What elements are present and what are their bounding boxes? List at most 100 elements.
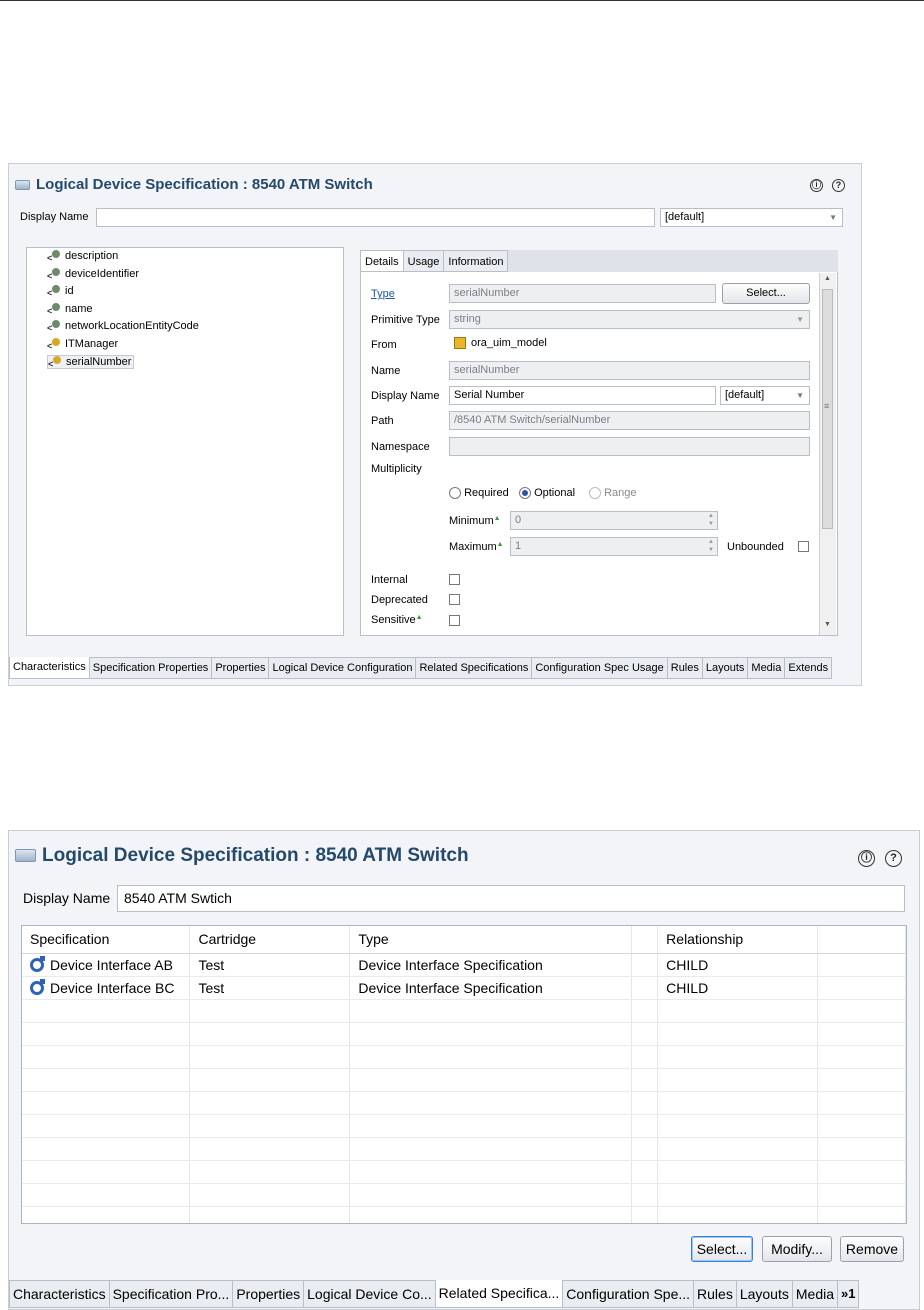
table-row[interactable]: Device Interface BC Test Device Interface … (22, 976, 906, 1000)
deprecated-checkbox[interactable] (449, 594, 460, 605)
cell-cartridge (189, 1045, 351, 1069)
help-icon[interactable]: ? (885, 850, 902, 867)
related-specs-table[interactable]: Specification Cartridge Type Relationship D… (21, 925, 907, 1224)
top-display-name-input[interactable] (96, 208, 655, 227)
scroll-down-icon[interactable]: ▼ (824, 621, 831, 628)
attribute-icon: < (47, 302, 61, 316)
column-header-blank[interactable] (817, 926, 906, 954)
scroll-up-icon[interactable]: ▲ (824, 275, 831, 282)
cell-text: Test (198, 956, 225, 973)
cell-type (349, 1068, 633, 1092)
table-row[interactable]: Device Interface AB Test Device Interface … (22, 953, 906, 977)
attribute-icon: < (47, 285, 61, 298)
tab-specification-properties[interactable]: Specification Properties (89, 657, 213, 679)
tab-information[interactable]: Information (444, 250, 509, 272)
cell-blank (817, 999, 906, 1023)
detail-display-name-input[interactable]: Serial Number (449, 386, 716, 405)
tab-logical-device-configuration[interactable]: Logical Device Configuration (269, 657, 417, 679)
related-remove-button[interactable]: Remove (840, 1236, 904, 1262)
tree-item-id[interactable]: < id (47, 285, 74, 298)
cell-type (349, 1183, 633, 1207)
bottom-display-name-label: Display Name (23, 890, 111, 906)
tab-configuration-spe[interactable]: Configuration Spe... (563, 1280, 695, 1308)
cell-type (349, 1091, 633, 1115)
tab-specification-pro[interactable]: Specification Pro... (109, 1280, 234, 1308)
cell-text: Device Interface Specification (358, 956, 543, 973)
bottom-editor-title: Logical Device Specification : 8540 ATM … (15, 845, 469, 867)
radio-range[interactable]: Range (589, 487, 636, 500)
tab-details[interactable]: Details (360, 250, 404, 272)
tab-properties[interactable]: Properties (212, 657, 270, 679)
column-header-cartridge[interactable]: Cartridge (189, 926, 351, 954)
info-icon[interactable]: ⓘ (810, 179, 823, 192)
tab-rules[interactable]: Rules (667, 657, 703, 679)
cell-specification: Device Interface AB (22, 953, 191, 977)
bottom-display-name-input[interactable]: 8540 ATM Swtich (117, 885, 905, 912)
tree-item-networklocationentitycode[interactable]: < networkLocationEntityCode (47, 320, 199, 333)
tab-media[interactable]: Media (792, 1280, 839, 1308)
tab-characteristics[interactable]: Characteristics (9, 657, 90, 679)
attribute-tree[interactable]: < description < deviceIdentifier < id < name < ne… (26, 247, 344, 636)
cell-blank (817, 1183, 906, 1207)
primitive-type-value: string (454, 313, 481, 325)
tree-item-deviceidentifier[interactable]: < deviceIdentifier (47, 268, 139, 281)
table-row (22, 1183, 906, 1207)
radio-optional[interactable]: Optional (519, 487, 575, 500)
tab-rules[interactable]: Rules (694, 1280, 737, 1308)
cell-cartridge (189, 999, 351, 1023)
radio-required[interactable]: Required (449, 487, 509, 500)
info-icon[interactable]: ⓘ (858, 850, 875, 867)
chevron-down-icon: ▼ (796, 391, 804, 400)
cell-specification (22, 999, 191, 1023)
tree-item-itmanager[interactable]: < ITManager (47, 338, 118, 351)
related-select-button[interactable]: Select... (691, 1236, 753, 1262)
tab-layouts[interactable]: Layouts (736, 1280, 793, 1308)
column-header-specification[interactable]: Specification (22, 926, 191, 954)
device-interface-icon (30, 955, 45, 972)
column-header-type[interactable]: Type (349, 926, 633, 954)
type-select-button[interactable]: Select... (722, 283, 810, 304)
column-header-blank[interactable] (631, 926, 659, 954)
tab-logical-device-co[interactable]: Logical Device Co... (304, 1280, 436, 1308)
attribute-icon: < (47, 250, 61, 263)
type-link[interactable]: Type (371, 288, 395, 300)
cell-blank (817, 1206, 906, 1223)
detail-locale-select[interactable]: [default] ▼ (720, 386, 810, 405)
radio-required-label: Required (464, 487, 509, 499)
tab-characteristics[interactable]: Characteristics (9, 1280, 110, 1308)
cell-blank (631, 1068, 659, 1092)
tab-related-specifications[interactable]: Related Specifications (416, 657, 533, 679)
column-header-relationship[interactable]: Relationship (657, 926, 819, 954)
tree-item-serialnumber[interactable]: < serialNumber (47, 355, 135, 370)
tree-item-name[interactable]: < name (47, 302, 93, 316)
maximum-label: Maximum▲ (449, 541, 504, 553)
tab-properties[interactable]: Properties (233, 1280, 305, 1308)
cell-specification (22, 1160, 191, 1184)
tab-usage[interactable]: Usage (403, 250, 445, 272)
sensitive-label-text: Sensitive (371, 614, 416, 626)
details-scrollbar[interactable]: ▲ ≡ ▼ (819, 273, 836, 635)
tab-related-specifica[interactable]: Related Specifica... (435, 1280, 564, 1308)
unbounded-checkbox[interactable] (798, 541, 809, 552)
tree-item-description[interactable]: < description (47, 250, 118, 263)
radio-required-circle[interactable] (449, 487, 461, 500)
tab-overflow-chevron[interactable]: »1 (838, 1280, 860, 1308)
tab-layouts[interactable]: Layouts (702, 657, 749, 679)
bottom-editor-panel: Logical Device Specification : 8540 ATM … (8, 830, 920, 1310)
sensitive-label: Sensitive▲ (371, 614, 423, 626)
related-modify-button[interactable]: Modify... (762, 1236, 832, 1262)
cell-blank (631, 1091, 659, 1115)
sensitive-checkbox[interactable] (449, 615, 460, 626)
help-icon[interactable]: ? (832, 179, 845, 192)
tab-configuration-spec-usage[interactable]: Configuration Spec Usage (532, 657, 668, 679)
top-locale-select[interactable]: [default] ▼ (660, 208, 843, 227)
tab-extends[interactable]: Extends (785, 657, 833, 679)
radio-range-circle[interactable] (589, 487, 601, 500)
tab-media[interactable]: Media (748, 657, 786, 679)
table-row (22, 1137, 906, 1161)
radio-optional-circle[interactable] (519, 487, 531, 500)
internal-checkbox[interactable] (449, 574, 460, 585)
device-interface-icon (30, 978, 45, 995)
cell-cartridge (189, 1091, 351, 1115)
name-field: serialNumber (449, 361, 810, 380)
